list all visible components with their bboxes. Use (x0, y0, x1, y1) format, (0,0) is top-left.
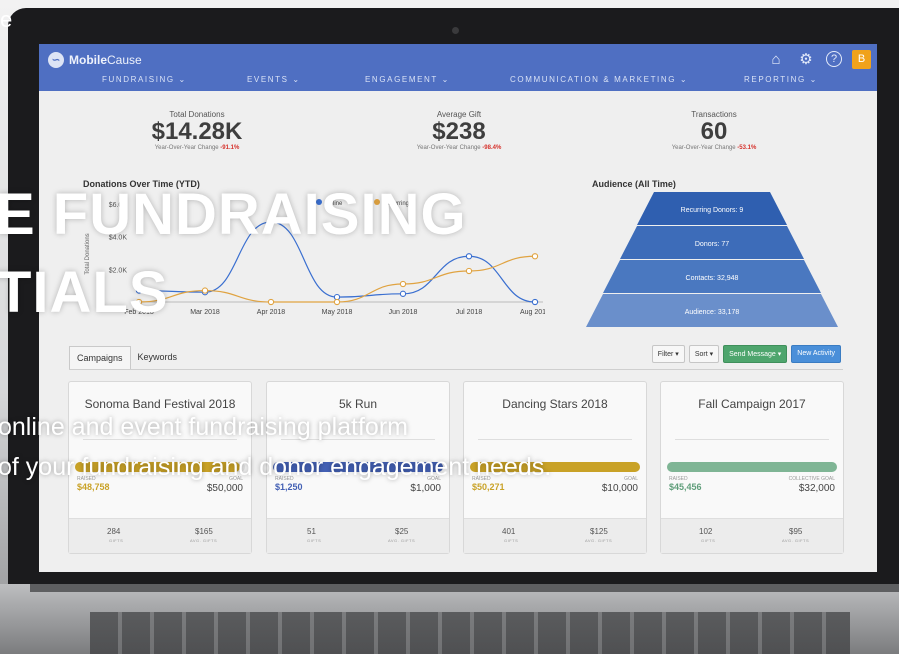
x-tick-label: Mar 2018 (190, 309, 220, 316)
funnel-label-audience: Audience: 33,178 (685, 309, 740, 316)
webcam (452, 27, 459, 34)
overlay-headline-line2: TIALS (0, 260, 169, 325)
data-point[interactable] (531, 253, 539, 260)
data-point[interactable] (201, 287, 209, 294)
funnel-label-recurring: Recurring Donors: 9 (681, 207, 744, 214)
laptop-keyboard (90, 612, 850, 654)
brand-logo[interactable]: ∽ MobileCause (48, 52, 142, 68)
home-icon[interactable]: ⌂ (766, 49, 786, 69)
nav-events[interactable]: EVENTS ⌄ (247, 75, 301, 84)
funnel-label-contacts: Contacts: 32,948 (686, 275, 739, 282)
send-message-button[interactable]: Send Message ▾ (723, 345, 788, 363)
x-tick-label: Jun 2018 (389, 309, 418, 316)
new-activity-button[interactable]: New Activity (791, 345, 841, 363)
campaign-tabs: Campaigns Keywords (69, 346, 184, 369)
nav-communication-marketing[interactable]: COMMUNICATION & MARKETING ⌄ (510, 75, 688, 84)
nav-engagement[interactable]: ENGAGEMENT ⌄ (365, 75, 450, 84)
campaign-toolbar: Filter ▾ Sort ▾ Send Message ▾ New Activ… (651, 345, 841, 363)
overlay-subline-2: of your fundraising and donor engagement… (0, 453, 552, 481)
funnel-label-donors: Donors: 77 (695, 241, 729, 248)
campaign-stats: 401 GIFTS $125 AVG. GIFTS (464, 518, 646, 553)
x-tick-label: Jul 2018 (456, 309, 483, 316)
data-point[interactable] (465, 267, 473, 275)
tab-campaigns[interactable]: Campaigns (69, 346, 131, 369)
nav-fundraising[interactable]: FUNDRAISING ⌄ (102, 75, 187, 84)
sort-button[interactable]: Sort ▾ (688, 345, 720, 363)
overlay-corner-text: e (0, 7, 13, 32)
user-avatar[interactable]: B (852, 49, 871, 69)
audience-title: Audience (All Time) (592, 179, 676, 189)
data-point[interactable] (531, 298, 539, 306)
data-point[interactable] (399, 280, 407, 288)
kpi-transactions: Transactions 60 Year-Over-Year Change -5… (671, 110, 757, 151)
overlay-subline-1: online and event fundraising platform (0, 413, 408, 441)
overlay-headline-line1: E FUNDRAISING (0, 182, 467, 247)
data-point[interactable] (333, 298, 341, 306)
laptop-hinge (30, 584, 899, 592)
data-point[interactable] (399, 290, 407, 297)
campaign-stats: 102 GIFTS $95 AVG. GIFTS (661, 518, 843, 553)
campaign-stats: 284 GIFTS $165 AVG. GIFTS (69, 518, 251, 553)
campaign-stats: 51 GIFTS $25 AVG. GIFTS (267, 518, 449, 553)
tab-divider (69, 369, 843, 370)
top-navbar: ∽ MobileCause FUNDRAISING ⌄ EVENTS ⌄ ENG… (39, 44, 877, 91)
audience-funnel: Recurring Donors: 9 Donors: 77 Contacts:… (586, 192, 838, 327)
kpi-average-gift: Average Gift $238 Year-Over-Year Change … (416, 110, 502, 151)
filter-button[interactable]: Filter ▾ (651, 345, 685, 363)
nav-reporting[interactable]: REPORTING ⌄ (744, 75, 818, 84)
x-tick-label: Aug 2018 (520, 309, 545, 316)
x-tick-label: Apr 2018 (257, 309, 286, 316)
brand-name: MobileCause (69, 53, 142, 67)
header-actions: ⌂ ⚙ ? B (766, 49, 871, 69)
logo-icon: ∽ (48, 52, 64, 68)
gear-icon[interactable]: ⚙ (796, 49, 816, 69)
campaign-progress-bar (667, 462, 837, 472)
help-icon[interactable]: ? (826, 51, 842, 67)
tab-keywords[interactable]: Keywords (131, 346, 185, 369)
x-tick-label: May 2018 (322, 309, 353, 316)
data-point[interactable] (267, 298, 275, 306)
kpi-total-donations: Total Donations $14.28K Year-Over-Year C… (151, 110, 243, 151)
campaign-card[interactable]: Fall Campaign 2017 RAISED $45,456 COLLEC… (660, 381, 844, 554)
data-point[interactable] (465, 253, 473, 260)
